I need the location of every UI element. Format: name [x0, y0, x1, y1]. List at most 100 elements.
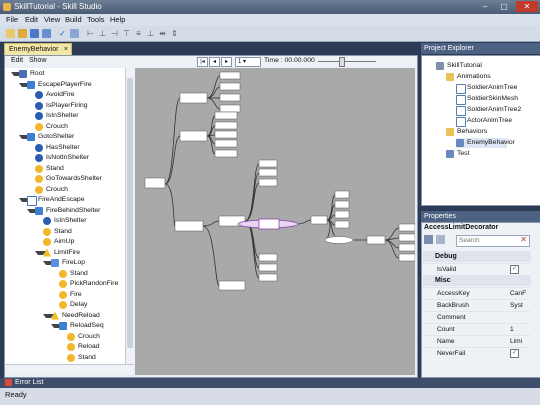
save-all-icon[interactable] — [42, 29, 51, 38]
node-stand[interactable] — [214, 130, 238, 139]
node-escape-player-fire[interactable] — [179, 92, 208, 104]
project-tree-item[interactable]: EnemyBehavior — [456, 138, 515, 148]
project-tree-item[interactable]: Animations — [446, 72, 491, 82]
node-delay[interactable] — [334, 220, 350, 229]
anim-icon — [456, 84, 466, 94]
maximize-button[interactable]: ▢ — [495, 1, 513, 12]
time-slider-thumb[interactable] — [339, 57, 345, 67]
project-tree-item[interactable]: SkillTutorial — [436, 61, 482, 71]
properties-search-input[interactable] — [457, 236, 513, 244]
menu-edit[interactable]: Edit — [25, 15, 38, 24]
editor-menu-edit[interactable]: Edit — [11, 57, 23, 64]
node-is-player-firing[interactable] — [219, 82, 241, 91]
align-top-icon[interactable]: ⊤ — [122, 29, 131, 38]
play-start-icon[interactable]: |◂ — [197, 57, 208, 67]
project-tree-item[interactable]: SoldierSkinMesh — [456, 94, 518, 105]
node-need-reload[interactable] — [324, 236, 354, 244]
node-stand-3[interactable] — [334, 190, 350, 199]
node-crouch-3[interactable] — [398, 223, 415, 232]
menu-help[interactable]: Help — [110, 15, 125, 24]
align-bottom-icon[interactable]: ⊥ — [146, 29, 155, 38]
run-icon[interactable] — [70, 29, 79, 38]
minimize-button[interactable]: – — [476, 1, 494, 12]
error-list-tab[interactable]: Error List — [15, 379, 43, 386]
project-tree-item[interactable]: Test — [446, 149, 469, 159]
property-category[interactable]: Misc — [423, 275, 531, 286]
property-value[interactable]: 1 — [510, 324, 530, 335]
property-value[interactable]: Limi — [510, 336, 530, 347]
node-limit-fire[interactable] — [258, 218, 280, 230]
node-is-in-shelter[interactable] — [219, 93, 241, 102]
align-right-icon[interactable]: ⊣ — [110, 29, 119, 38]
project-tree-item[interactable]: ActorAnimTree — [456, 116, 512, 127]
project-tree-item[interactable]: SoldierAnimTree2 — [456, 105, 521, 116]
property-row[interactable]: NeverFail ✓ — [423, 347, 531, 359]
node-reload-seq[interactable] — [366, 235, 386, 245]
node-escape-c[interactable] — [258, 273, 278, 282]
step-forward-icon[interactable]: ▸ — [221, 57, 232, 67]
build-check-icon[interactable]: ✓ — [58, 29, 67, 38]
align-center-icon[interactable]: ⊥ — [98, 29, 107, 38]
node-goto-shelter[interactable] — [179, 130, 208, 142]
project-tree-item[interactable]: SoldierAnimTree — [456, 83, 517, 94]
properties-search-box[interactable]: ✕ — [456, 235, 530, 247]
node-escape-branch[interactable] — [218, 280, 246, 291]
clear-search-icon[interactable]: ✕ — [520, 235, 527, 244]
property-row[interactable]: Count 1 — [423, 323, 531, 335]
node-aim-up[interactable] — [258, 178, 278, 187]
scroll-thumb[interactable] — [127, 78, 133, 348]
close-button[interactable]: ✕ — [516, 1, 538, 12]
open-folder-icon[interactable] — [18, 29, 27, 38]
step-back-icon[interactable]: ◂ — [209, 57, 220, 67]
property-row[interactable]: IsValid ✓ — [423, 263, 531, 275]
node-fire-and-escape[interactable] — [174, 220, 204, 232]
property-value[interactable]: CanF — [510, 288, 530, 299]
alphabetical-view-icon[interactable] — [436, 235, 445, 244]
node-pick-random-fire[interactable] — [334, 200, 350, 209]
property-row[interactable]: Name Limi — [423, 335, 531, 347]
node-crouch-2[interactable] — [214, 149, 238, 158]
node-crouch[interactable] — [219, 104, 241, 113]
property-checkbox[interactable]: ✓ — [510, 349, 519, 358]
tree-horizontal-scrollbar[interactable] — [5, 364, 134, 374]
node-escape-a[interactable] — [258, 253, 278, 262]
node-go-towards-shelter[interactable] — [214, 139, 238, 148]
new-file-icon[interactable] — [6, 29, 15, 38]
node-has-shelter[interactable] — [214, 111, 238, 120]
distribute-vertical-icon[interactable]: ⇕ — [170, 29, 179, 38]
property-row[interactable]: BackBrush Syst — [423, 299, 531, 311]
node-fire-loop[interactable] — [310, 215, 328, 225]
menu-file[interactable]: File — [6, 15, 18, 24]
distribute-horizontal-icon[interactable]: ⇹ — [158, 29, 167, 38]
node-stand-2[interactable] — [258, 168, 278, 177]
tab-close-icon[interactable]: × — [64, 44, 68, 55]
tree-vertical-scrollbar[interactable] — [125, 68, 135, 364]
property-checkbox[interactable]: ✓ — [510, 265, 519, 274]
node-reload[interactable] — [398, 233, 415, 242]
node-stand-5[interactable] — [398, 253, 415, 262]
node-is-in-shelter-2[interactable] — [258, 159, 278, 168]
menu-tools[interactable]: Tools — [87, 15, 105, 24]
speed-select[interactable]: 1 ▾ — [235, 57, 261, 67]
node-fire[interactable] — [334, 210, 350, 219]
categorized-view-icon[interactable] — [424, 235, 433, 244]
align-middle-icon[interactable]: ≡ — [134, 29, 143, 38]
project-item-label: SkillTutorial — [447, 62, 482, 69]
node-escape-b[interactable] — [258, 263, 278, 272]
node-is-not-in-shelter[interactable] — [214, 121, 238, 130]
project-tree-item[interactable]: Behaviors — [446, 127, 487, 137]
property-row[interactable]: AccessKey CanF — [423, 287, 531, 299]
property-row[interactable]: Comment — [423, 311, 531, 323]
node-root[interactable] — [144, 177, 166, 189]
node-avoid-fire[interactable] — [219, 71, 241, 80]
editor-menu-show[interactable]: Show — [29, 57, 47, 64]
menu-view[interactable]: View — [44, 15, 60, 24]
property-category[interactable]: Debug — [423, 251, 531, 262]
menu-build[interactable]: Build — [65, 15, 82, 24]
property-value[interactable]: Syst — [510, 300, 530, 311]
align-left-icon[interactable]: ⊢ — [86, 29, 95, 38]
time-slider-track[interactable] — [318, 61, 376, 62]
graph-canvas[interactable] — [135, 68, 415, 375]
node-stand-4[interactable] — [398, 243, 415, 252]
save-icon[interactable] — [30, 29, 39, 38]
